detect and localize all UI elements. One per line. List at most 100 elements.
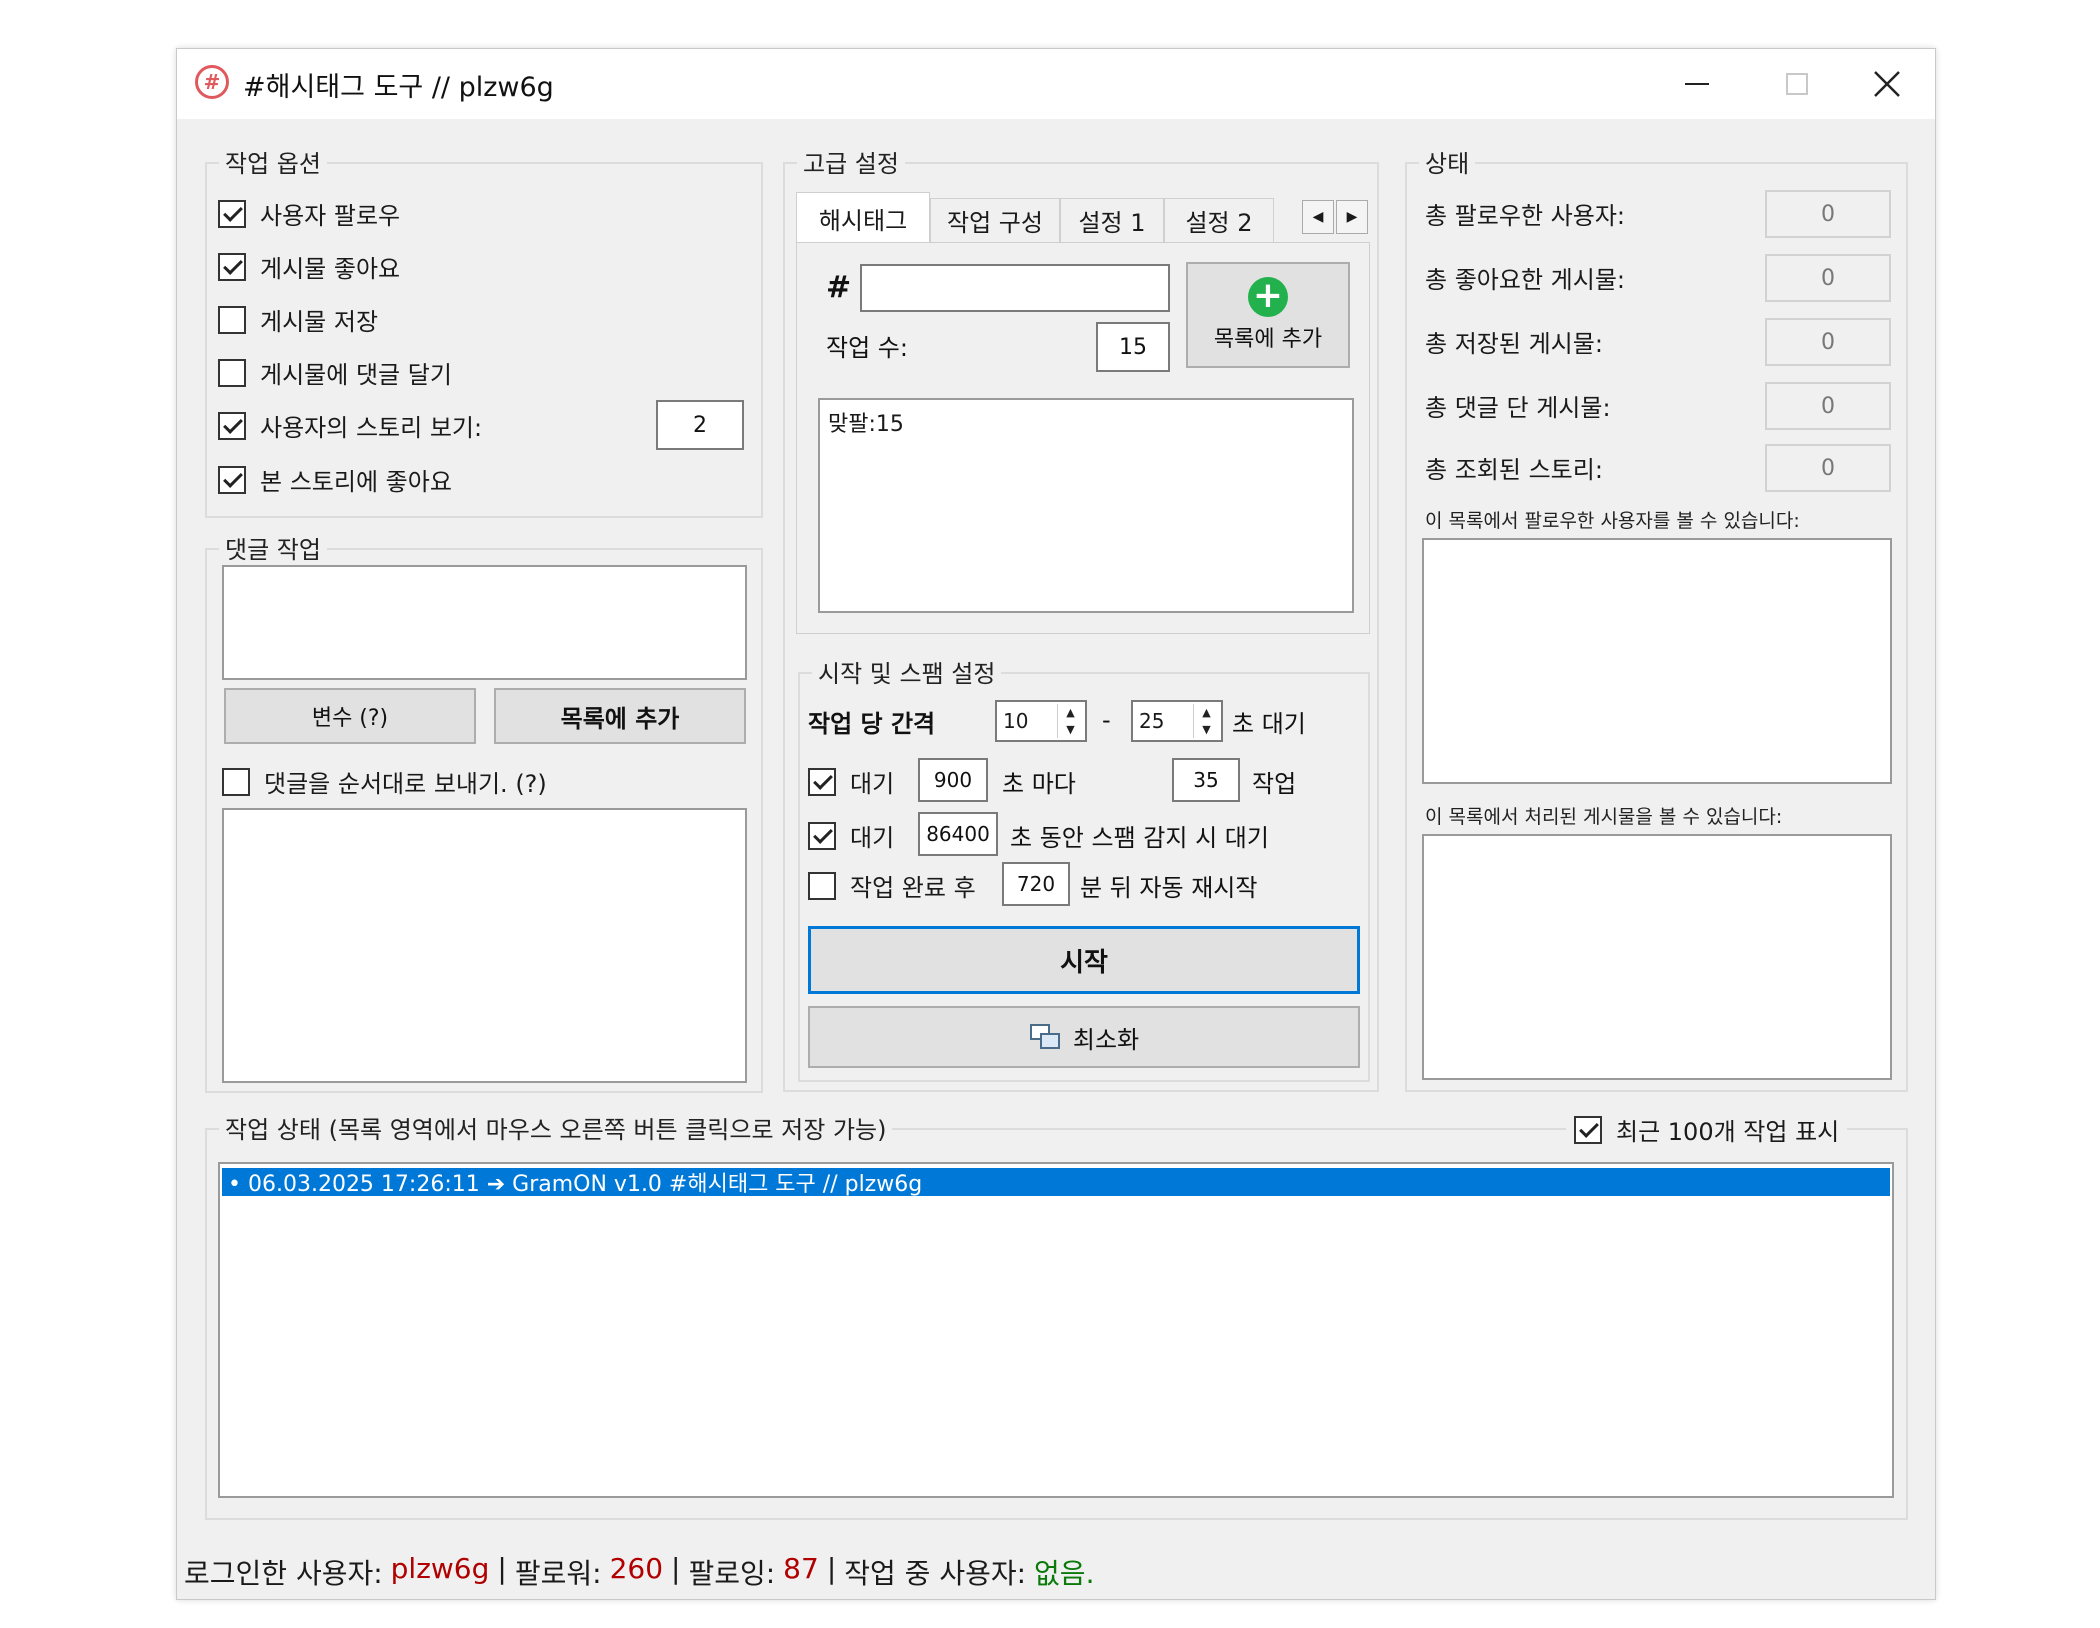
advanced-settings-legend: 고급 설정	[797, 144, 905, 179]
followed-users-list[interactable]	[1422, 538, 1892, 784]
wait-every-checkbox[interactable]: 대기	[808, 764, 894, 799]
viewed-stories-label: 총 조회된 스토리:	[1425, 456, 1603, 484]
auto-restart-label: 작업 완료 후	[850, 874, 976, 902]
spam-wait-checkbox[interactable]: 대기	[808, 818, 894, 853]
like-posts-checkbox[interactable]: 게시물 좋아요	[218, 249, 400, 284]
variables-button[interactable]: 변수 (?)	[224, 688, 476, 744]
sequential-comments-checkbox[interactable]: 댓글을 순서대로 보내기. (?)	[222, 764, 547, 799]
follow-users-checkbox[interactable]: 사용자 팔로우	[218, 196, 400, 231]
wait-task-count-input[interactable]: 35	[1172, 758, 1240, 802]
processed-list-label: 이 목록에서 처리된 게시물을 볼 수 있습니다:	[1425, 806, 1783, 828]
wait-seconds-input[interactable]: 900	[918, 758, 988, 802]
interval-min-value: 10	[1003, 709, 1029, 733]
follow-users-check[interactable]	[218, 199, 246, 228]
wait-every-mid-label: 초 마다	[1002, 770, 1076, 798]
status-separator: |	[497, 1552, 507, 1585]
follow-users-label: 사용자 팔로우	[260, 202, 401, 230]
show-recent-check[interactable]	[1574, 1115, 1602, 1144]
commented-posts-count: 0	[1765, 382, 1891, 430]
like-stories-checkbox[interactable]: 본 스토리에 좋아요	[218, 462, 452, 497]
task-log-list[interactable]: • 06.03.2025 17:26:11 ➔ GramON v1.0 #해시태…	[218, 1162, 1894, 1498]
task-status-legend: 작업 상태 (목록 영역에서 마우스 오른쪽 버튼 클릭으로 저장 가능)	[219, 1110, 893, 1145]
minimize-tray-icon	[1029, 1024, 1060, 1049]
logged-in-user-value: plzw6g	[390, 1552, 490, 1585]
view-stories-check[interactable]	[218, 411, 246, 440]
close-icon	[1874, 71, 1900, 97]
tab-hashtag[interactable]: 해시태그	[796, 192, 930, 244]
chevron-right-icon: ▶	[1346, 209, 1358, 225]
sequential-comments-check[interactable]	[222, 767, 250, 796]
auto-restart-suffix-label: 분 뒤 자동 재시작	[1080, 874, 1258, 902]
followers-value: 260	[609, 1552, 664, 1585]
log-entry[interactable]: • 06.03.2025 17:26:11 ➔ GramON v1.0 #해시태…	[222, 1168, 1890, 1197]
close-window-button[interactable]	[1837, 49, 1937, 119]
spinner-arrows-icon[interactable]: ▲ ▼	[1057, 704, 1083, 738]
save-posts-check[interactable]	[218, 305, 246, 334]
active-user-value: 없음.	[1034, 1557, 1095, 1590]
minimize-icon	[1685, 83, 1709, 85]
task-count-label: 작업 수:	[826, 334, 908, 362]
minimize-button[interactable]: 최소화	[808, 1006, 1360, 1068]
tab-scroll-left-button[interactable]: ◀	[1302, 200, 1334, 234]
saved-posts-label: 총 저장된 게시물:	[1425, 330, 1603, 358]
status-separator: |	[671, 1552, 681, 1585]
task-count-input[interactable]: 15	[1096, 322, 1170, 372]
show-recent-checkbox[interactable]: 최근 100개 작업 표시	[1566, 1112, 1848, 1147]
auto-restart-minutes-input[interactable]: 720	[1002, 862, 1070, 906]
tab-settings-2[interactable]: 설정 2	[1164, 198, 1274, 242]
spam-wait-suffix-label: 초 동안 스팸 감지 시 대기	[1010, 824, 1269, 852]
comment-posts-check[interactable]	[218, 358, 246, 387]
comment-list[interactable]	[222, 808, 747, 1083]
status-bar: 로그인한 사용자: plzw6g | 팔로워: 260 | 팔로잉: 87 | …	[184, 1552, 1094, 1592]
log-entry-text: • 06.03.2025 17:26:11 ➔ GramON v1.0 #해시태…	[228, 1172, 923, 1197]
tab-settings-1[interactable]: 설정 1	[1060, 198, 1164, 242]
interval-max-value: 25	[1139, 709, 1165, 733]
spam-wait-seconds-input[interactable]: 86400	[918, 812, 998, 856]
like-posts-check[interactable]	[218, 252, 246, 281]
start-button[interactable]: 시작	[808, 926, 1360, 994]
active-user-label: 작업 중 사용자:	[844, 1557, 1027, 1590]
interval-unit-label: 초 대기	[1232, 710, 1306, 738]
save-posts-label: 게시물 저장	[260, 308, 379, 336]
title-bar[interactable]: # #해시태그 도구 // plzw6g	[177, 49, 1935, 119]
story-count-input[interactable]: 2	[656, 400, 744, 450]
logged-in-user-label: 로그인한 사용자:	[184, 1557, 383, 1590]
interval-min-stepper[interactable]: 10 ▲ ▼	[995, 700, 1087, 742]
auto-restart-check[interactable]	[808, 871, 836, 900]
viewed-stories-count: 0	[1765, 444, 1891, 492]
interval-label: 작업 당 간격	[808, 710, 936, 738]
show-recent-label: 최근 100개 작업 표시	[1616, 1118, 1840, 1146]
following-value: 87	[783, 1552, 819, 1585]
hashtag-input[interactable]	[860, 264, 1170, 312]
list-item[interactable]: 맞팔:15	[820, 400, 1352, 444]
interval-max-stepper[interactable]: 25 ▲ ▼	[1131, 700, 1223, 742]
comment-add-button[interactable]: 목록에 추가	[494, 688, 746, 744]
commented-posts-label: 총 댓글 단 게시물:	[1425, 394, 1611, 422]
hashtag-icon: #	[195, 65, 229, 99]
hashtag-add-button[interactable]: + 목록에 추가	[1186, 262, 1350, 368]
tab-scroll-right-button[interactable]: ▶	[1336, 200, 1368, 234]
like-stories-label: 본 스토리에 좋아요	[260, 468, 452, 496]
comment-posts-checkbox[interactable]: 게시물에 댓글 달기	[218, 355, 452, 390]
followed-users-count: 0	[1765, 190, 1891, 238]
minimize-window-button[interactable]	[1647, 49, 1747, 119]
comment-tasks-legend: 댓글 작업	[219, 530, 327, 565]
chevron-left-icon: ◀	[1312, 209, 1324, 225]
view-stories-checkbox[interactable]: 사용자의 스토리 보기:	[218, 408, 482, 443]
status-separator: |	[826, 1552, 837, 1585]
hashtag-list[interactable]: 맞팔:15	[818, 398, 1354, 613]
spam-wait-check[interactable]	[808, 821, 836, 850]
tab-task-config[interactable]: 작업 구성	[930, 198, 1060, 242]
auto-restart-checkbox[interactable]: 작업 완료 후	[808, 868, 976, 903]
followed-list-label: 이 목록에서 팔로우한 사용자를 볼 수 있습니다:	[1425, 510, 1800, 532]
followed-users-label: 총 팔로우한 사용자:	[1425, 202, 1625, 230]
wait-every-suffix-label: 작업	[1252, 770, 1297, 798]
comment-posts-label: 게시물에 댓글 달기	[260, 361, 452, 389]
spinner-arrows-icon[interactable]: ▲ ▼	[1193, 704, 1219, 738]
wait-every-label: 대기	[850, 770, 895, 798]
wait-every-check[interactable]	[808, 767, 836, 796]
save-posts-checkbox[interactable]: 게시물 저장	[218, 302, 378, 337]
comment-input[interactable]	[222, 565, 747, 680]
processed-posts-list[interactable]	[1422, 834, 1892, 1080]
like-stories-check[interactable]	[218, 465, 246, 494]
